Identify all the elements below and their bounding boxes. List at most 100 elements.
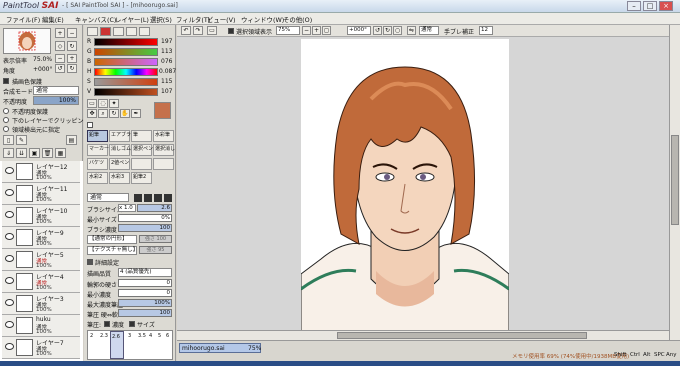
opacity-protect-checkbox[interactable] xyxy=(3,108,9,114)
size-preset[interactable]: 2.3 xyxy=(100,333,108,339)
eye-icon[interactable] xyxy=(5,255,14,262)
tip-shape-2-icon[interactable] xyxy=(144,194,152,202)
tool-select-eraser[interactable]: 選択消し xyxy=(153,144,175,156)
tip-shape-1-icon[interactable] xyxy=(134,194,142,202)
layer-row[interactable]: レイヤー11 通常 100% xyxy=(2,183,80,205)
r-slider[interactable] xyxy=(94,38,158,46)
layer-row[interactable]: huku 通常 100% xyxy=(2,315,80,337)
move-icon[interactable]: ✥ xyxy=(87,109,97,118)
nav-zoom-in-button[interactable]: + xyxy=(55,28,65,38)
tool-watercolor[interactable]: 水彩筆 xyxy=(153,130,174,142)
tool-brush[interactable]: 筆 xyxy=(131,130,152,142)
size-preset[interactable]: 4 xyxy=(149,333,152,339)
clipping-checkbox[interactable] xyxy=(3,117,9,123)
g-slider[interactable] xyxy=(94,48,158,56)
menu-layer[interactable]: レイヤー(L) xyxy=(115,15,149,24)
zoom-fit-icon[interactable]: ◻ xyxy=(322,26,331,35)
angle-right-button[interactable]: ↻ xyxy=(67,64,77,73)
select-display-checkbox[interactable] xyxy=(228,28,234,34)
menu-canvas[interactable]: キャンバス(C) xyxy=(75,15,116,24)
tool-select-pen[interactable]: 選択ペン xyxy=(131,144,153,156)
layer-row[interactable]: レイヤー12 通常 100% xyxy=(2,161,80,183)
magic-wand-icon[interactable]: ✦ xyxy=(109,99,119,108)
flip-icon[interactable]: ⇋ xyxy=(407,26,416,35)
eye-icon[interactable] xyxy=(5,233,14,240)
zoom-plus-button[interactable]: + xyxy=(67,54,77,63)
eye-icon[interactable] xyxy=(5,277,14,284)
menu-other[interactable]: その他(O) xyxy=(283,15,312,24)
zoom-out-icon[interactable]: − xyxy=(302,26,311,35)
delete-layer-icon[interactable]: 🗑 xyxy=(42,148,53,158)
eye-icon[interactable] xyxy=(5,299,14,306)
canvas-angle-select[interactable]: +000° xyxy=(347,26,371,35)
zoom-value[interactable]: 75.0% xyxy=(33,56,52,63)
clear-layer-icon[interactable]: ▣ xyxy=(29,148,40,158)
size-preset[interactable]: 5 xyxy=(158,333,161,339)
rotate-right-icon[interactable]: ↻ xyxy=(383,26,392,35)
angle-left-button[interactable]: ↺ xyxy=(55,64,65,73)
size-preset[interactable]: 3.5 xyxy=(138,333,146,339)
canvas-paper[interactable] xyxy=(300,39,510,343)
redo-icon[interactable]: ↷ xyxy=(193,26,203,35)
pressure-size-checkbox[interactable] xyxy=(129,321,135,327)
tip-shape-4-icon[interactable] xyxy=(164,194,172,202)
swatch-icon[interactable] xyxy=(126,27,137,36)
merge-down-icon[interactable]: ⇊ xyxy=(16,148,27,158)
tip-shape-3-icon[interactable] xyxy=(154,194,162,202)
min-density-slider[interactable]: 0 xyxy=(118,289,172,297)
minimize-button[interactable]: – xyxy=(627,1,641,11)
hand-icon[interactable]: ✋ xyxy=(120,109,130,118)
pressure-slider[interactable]: 100 xyxy=(118,309,172,317)
color-wheel-icon[interactable] xyxy=(87,27,98,36)
tool-binary-pen[interactable]: 2値ペン xyxy=(109,158,130,170)
nav-rotate-button[interactable]: ↻ xyxy=(67,41,77,51)
document-tab[interactable]: mihoorugo.sai 75% xyxy=(179,343,261,353)
layer-row[interactable]: レイヤー9 通常 100% xyxy=(2,227,80,249)
protect-checkbox[interactable] xyxy=(3,78,9,84)
size-preset[interactable]: 2 xyxy=(90,333,93,339)
opacity-slider[interactable]: 100% xyxy=(33,96,79,105)
layer-folder-icon[interactable]: ▤ xyxy=(66,135,77,145)
deselect-icon[interactable]: ▭ xyxy=(207,26,217,35)
tool-pencil[interactable]: 鉛筆 xyxy=(87,130,108,142)
rgb-slider-icon[interactable] xyxy=(100,27,111,36)
max-pressure-slider[interactable]: 100% xyxy=(118,299,172,307)
navigator-preview[interactable] xyxy=(3,28,51,54)
rotate-left-icon[interactable]: ↺ xyxy=(373,26,382,35)
eye-icon[interactable] xyxy=(5,343,14,350)
eye-icon[interactable] xyxy=(5,211,14,218)
hsv-slider-icon[interactable] xyxy=(113,27,124,36)
new-linework-layer-icon[interactable]: ✎ xyxy=(16,135,27,145)
horizontal-scrollbar[interactable] xyxy=(177,330,669,340)
size-preset[interactable]: 6 xyxy=(166,333,169,339)
tool-empty-a[interactable] xyxy=(131,158,152,170)
view-mode-select[interactable]: 通常 xyxy=(419,26,439,35)
nav-reset-button[interactable]: ◇ xyxy=(55,41,65,51)
menu-select[interactable]: 選択(S) xyxy=(150,15,172,24)
brush-mode-select[interactable]: 通常 xyxy=(87,193,129,202)
tool-airbrush[interactable]: エアブラシ xyxy=(109,130,136,142)
layer-row[interactable]: レイヤー7 通常 100% xyxy=(2,337,80,359)
angle-value[interactable]: +000° xyxy=(33,66,52,73)
canvas-zoom-select[interactable]: 75% xyxy=(276,26,300,35)
edge-slider[interactable]: 0 xyxy=(118,279,172,287)
vertical-scroll-thumb[interactable] xyxy=(671,135,679,225)
eye-icon[interactable] xyxy=(5,321,14,328)
layer-row[interactable]: レイヤー3 通常 100% xyxy=(2,293,80,315)
min-size-slider[interactable]: 0% xyxy=(118,214,172,222)
texture-select[interactable]: 【テクスチャ無し】 xyxy=(87,246,138,255)
size-preset[interactable]: 3 xyxy=(128,333,131,339)
vertical-scrollbar[interactable] xyxy=(669,25,680,355)
tool-bucket[interactable]: バケツ xyxy=(87,158,108,170)
eye-icon[interactable] xyxy=(5,189,14,196)
selection-rect-icon[interactable]: ▭ xyxy=(87,99,97,108)
quality-select[interactable]: 4 (品質優先) xyxy=(118,268,172,277)
lasso-icon[interactable]: ◌ xyxy=(98,99,108,108)
undo-icon[interactable]: ↶ xyxy=(181,26,191,35)
quick-mask-checkbox[interactable] xyxy=(87,122,93,128)
zoom-minus-button[interactable]: − xyxy=(55,54,65,63)
size-preset-selected[interactable]: 2.6 xyxy=(110,331,124,359)
h-slider[interactable] xyxy=(94,68,158,76)
tool-pencil-2[interactable]: 鉛筆2 xyxy=(131,172,152,184)
layer-row[interactable]: レイヤー5 通常 100% xyxy=(2,249,80,271)
